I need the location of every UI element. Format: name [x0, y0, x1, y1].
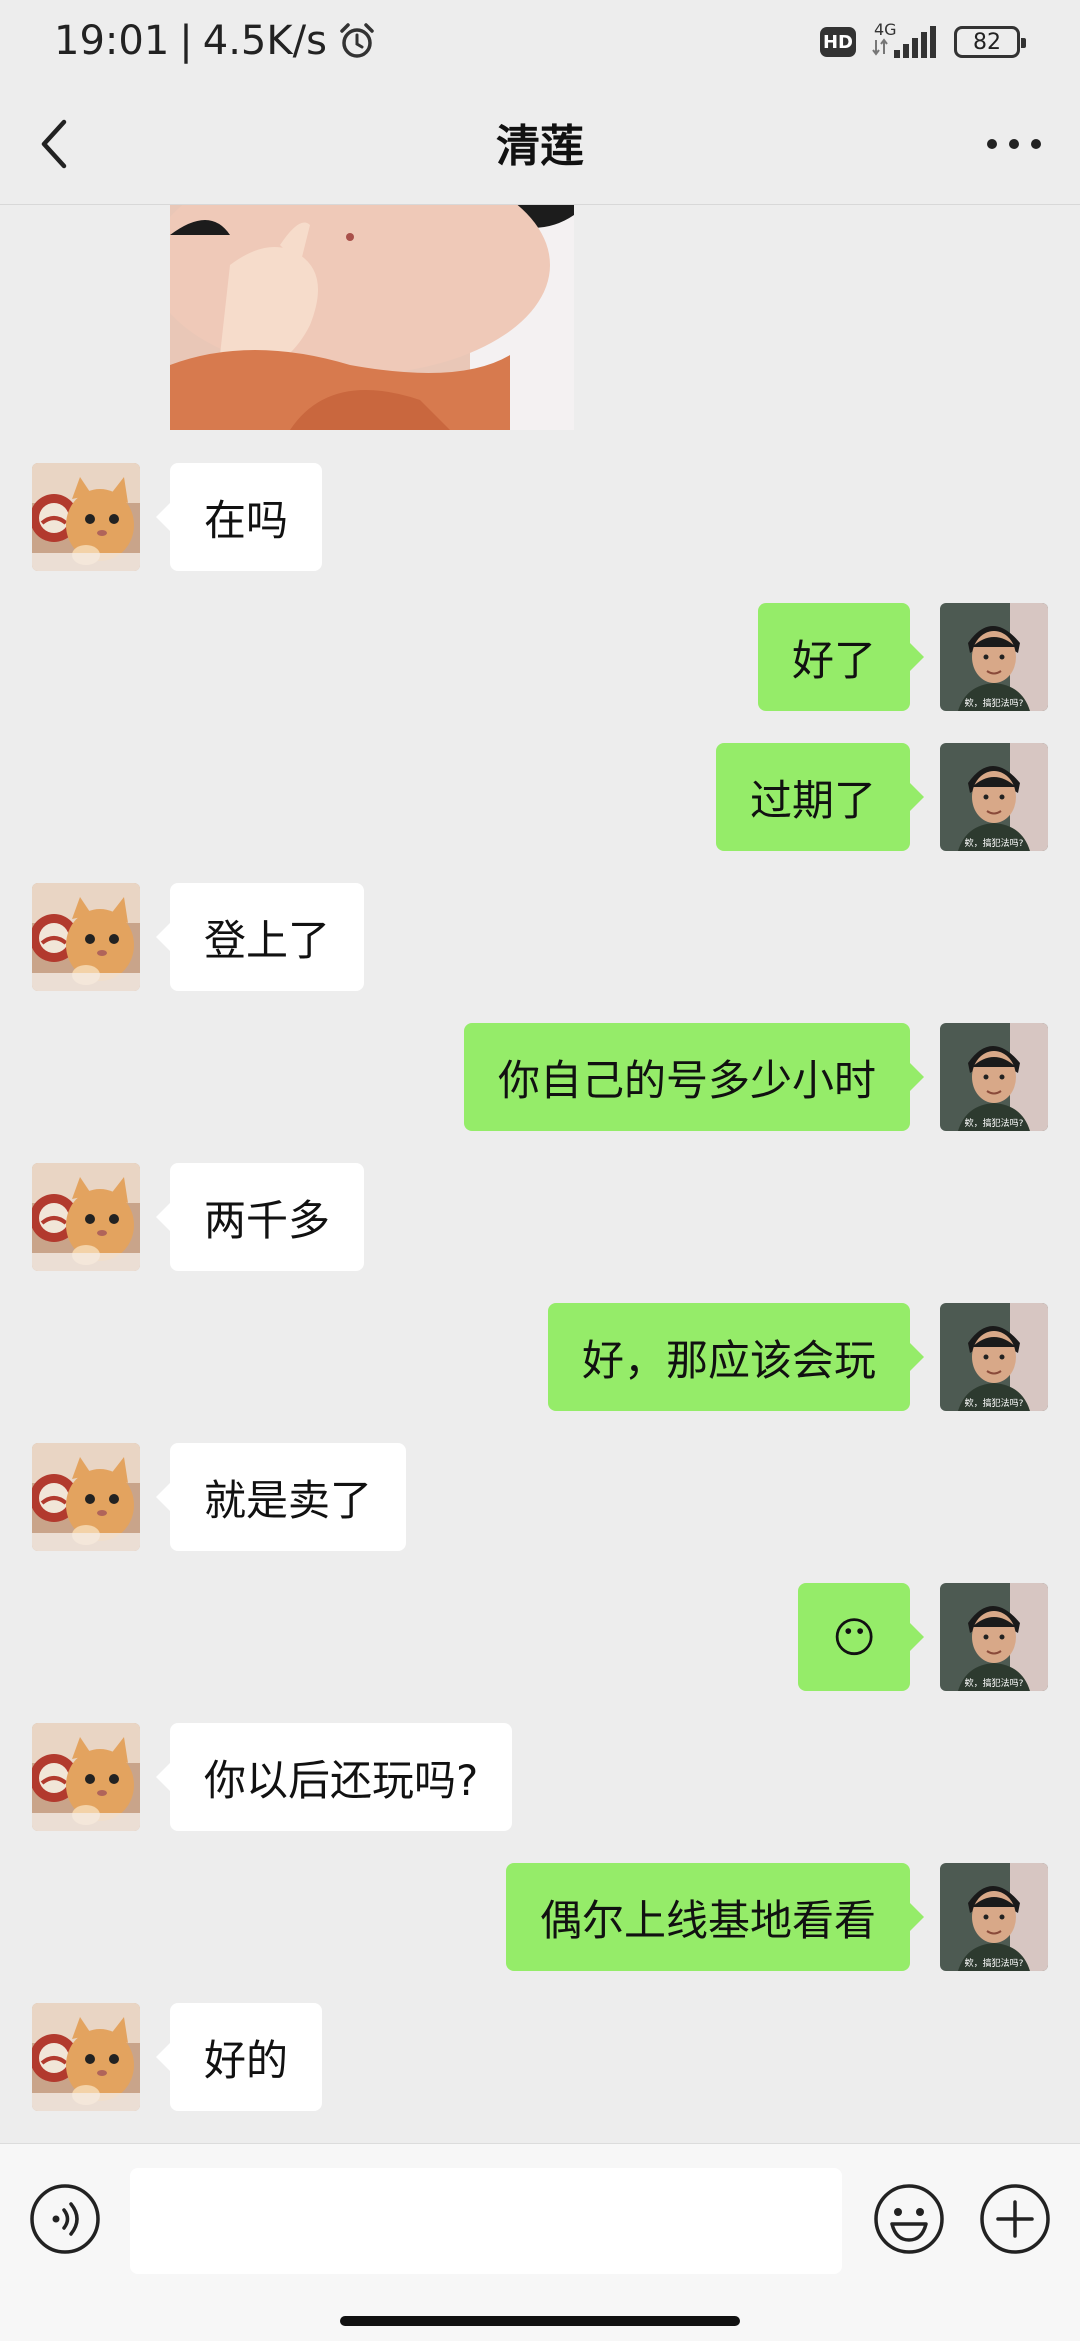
status-left: 19:01 | 4.5K/s: [54, 18, 377, 64]
hd-badge: HD: [820, 27, 856, 57]
emoji-message-bubble[interactable]: 😶: [798, 1583, 924, 1691]
image-message[interactable]: [170, 205, 574, 430]
message-bubble[interactable]: 好，那应该会玩: [547, 1303, 925, 1411]
message-bubble[interactable]: 两千多: [155, 1163, 365, 1271]
my-avatar[interactable]: [940, 743, 1048, 851]
message-row: 登上了: [0, 883, 1080, 991]
message-bubble[interactable]: 就是卖了: [155, 1443, 407, 1551]
network-speed: 4.5K/s: [202, 18, 327, 64]
message-bubble[interactable]: 好了: [757, 603, 925, 711]
message-row: 你以后还玩吗?: [0, 1723, 1080, 1831]
status-right: HD 4G 82: [820, 20, 1026, 62]
message-bubble[interactable]: 你以后还玩吗?: [155, 1723, 513, 1831]
contact-avatar[interactable]: [32, 1443, 140, 1551]
message-row: 😶: [0, 1583, 1080, 1691]
my-avatar[interactable]: [940, 603, 1048, 711]
message-bubble[interactable]: 你自己的号多少小时: [463, 1023, 925, 1131]
message-bubble[interactable]: 偶尔上线基地看看: [505, 1863, 925, 1971]
contact-avatar[interactable]: [32, 463, 140, 571]
chat-title: 清莲: [496, 121, 584, 172]
message-bubble[interactable]: 在吗: [155, 463, 323, 571]
message-row: 偶尔上线基地看看: [0, 1863, 1080, 1971]
message-bubble[interactable]: 登上了: [155, 883, 365, 991]
message-row: 就是卖了: [0, 1443, 1080, 1551]
contact-avatar[interactable]: [32, 883, 140, 991]
my-avatar[interactable]: [940, 1303, 1048, 1411]
message-row: 好，那应该会玩: [0, 1303, 1080, 1411]
alarm-clock-icon: [340, 23, 374, 58]
voice-icon[interactable]: [28, 2182, 102, 2256]
message-row: 在吗: [0, 463, 1080, 571]
battery-indicator: 82: [954, 26, 1026, 58]
contact-avatar[interactable]: [32, 1163, 140, 1271]
input-bar: [0, 2143, 1080, 2341]
message-row: 好的: [0, 2003, 1080, 2111]
emoji-icon[interactable]: [872, 2182, 946, 2256]
message-bubble[interactable]: 过期了: [715, 743, 925, 851]
status-time: 19:01: [54, 18, 170, 64]
plus-icon[interactable]: [978, 2182, 1052, 2256]
message-input[interactable]: [130, 2168, 842, 2274]
message-list[interactable]: 在吗 好了 过期了 登上了 你自己的号多少小时 两千多 好，那应该会玩 就是卖了…: [0, 205, 1080, 2143]
my-avatar[interactable]: [940, 1583, 1048, 1691]
message-row: 过期了: [0, 743, 1080, 851]
chat-header: 清莲: [0, 84, 1080, 205]
status-bar: 19:01 | 4.5K/s HD 4G 82: [0, 0, 1080, 84]
contact-avatar[interactable]: [32, 1723, 140, 1831]
more-dots-icon[interactable]: [984, 134, 1044, 154]
battery-level: 82: [973, 29, 1001, 55]
message-row: 两千多: [0, 1163, 1080, 1271]
message-bubble[interactable]: 好的: [155, 2003, 323, 2111]
my-avatar[interactable]: [940, 1863, 1048, 1971]
contact-avatar[interactable]: [32, 2003, 140, 2111]
home-indicator[interactable]: [340, 2316, 740, 2326]
signal-icon: 4G: [870, 20, 940, 62]
message-row: 好了: [0, 603, 1080, 711]
status-separator: |: [179, 18, 193, 64]
my-avatar[interactable]: [940, 1023, 1048, 1131]
message-row: 你自己的号多少小时: [0, 1023, 1080, 1131]
